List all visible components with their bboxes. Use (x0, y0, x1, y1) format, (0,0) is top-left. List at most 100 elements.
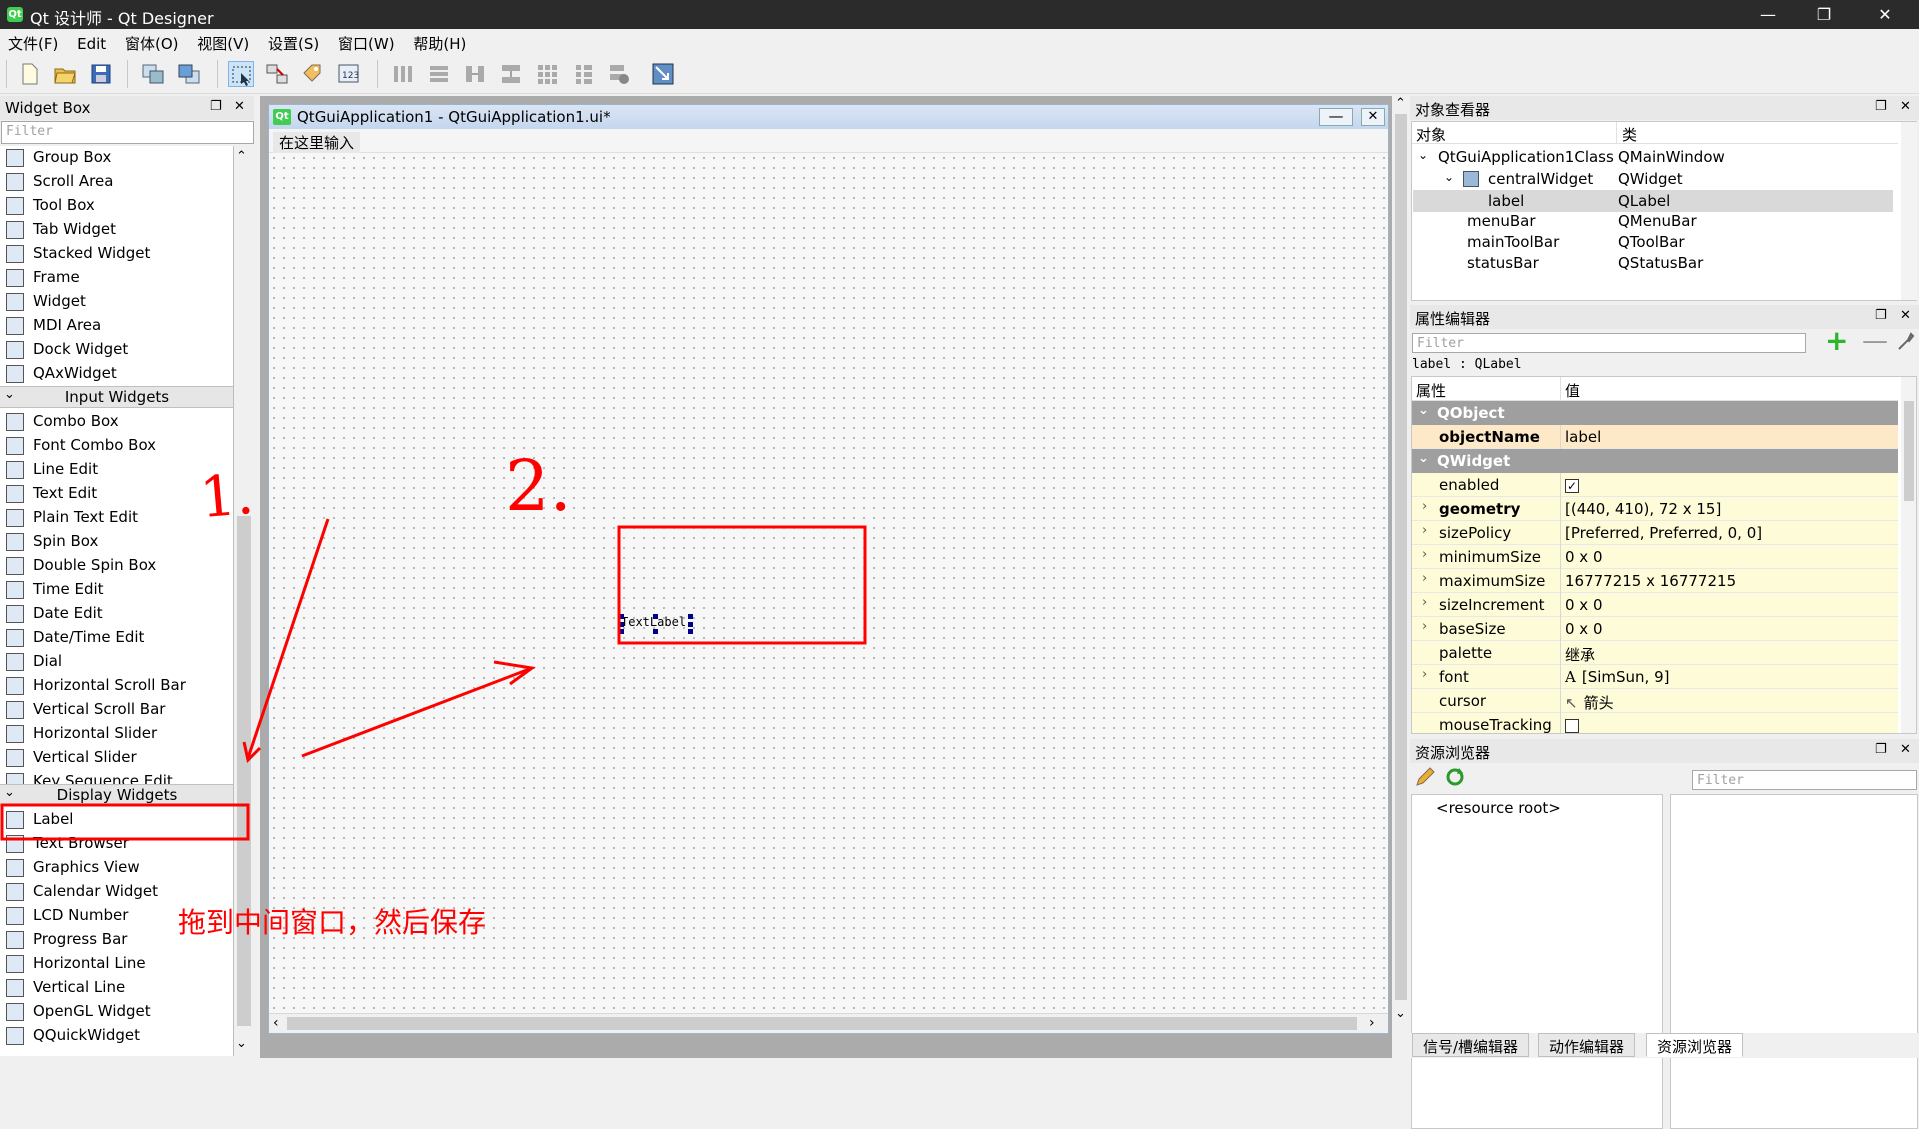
menu-help[interactable]: 帮助(H) (405, 29, 466, 54)
layout-v-splitter-icon[interactable] (498, 61, 524, 87)
prop-row-geometry[interactable]: › geometry [(440, 410), 72 x 15] (1412, 497, 1898, 521)
widget-filter-input[interactable]: Filter (1, 121, 254, 144)
col-property-header[interactable]: 属性 (1416, 380, 1446, 401)
float-icon[interactable]: ❐ (1875, 742, 1887, 757)
form-minimize-button[interactable]: — (1319, 108, 1353, 126)
object-tree-scrollbar[interactable] (1901, 122, 1917, 300)
new-file-icon[interactable] (16, 61, 42, 87)
prop-row-sizeincrement[interactable]: › sizeIncrement 0 x 0 (1412, 593, 1898, 617)
scroll-down-icon[interactable]: ⌄ (236, 1036, 247, 1051)
property-value[interactable]: [(440, 410), 72 x 15] (1565, 500, 1721, 518)
menu-window[interactable]: 窗口(W) (330, 29, 395, 54)
chevron-right-icon[interactable]: › (1422, 571, 1427, 586)
category-input-widgets[interactable]: ⌄ Input Widgets (0, 386, 233, 408)
tree-row-statusbar[interactable]: statusBar QStatusBar (1413, 252, 1893, 274)
wrench-icon[interactable] (1896, 330, 1916, 352)
widget-item-graphics-view[interactable]: Graphics View (0, 856, 233, 880)
property-value[interactable]: ✓ (1565, 476, 1579, 494)
property-value[interactable]: 0 x 0 (1565, 596, 1603, 614)
prop-row-cursor[interactable]: cursor ↖ 箭头 (1412, 689, 1898, 713)
widget-item-date-time-edit[interactable]: Date/Time Edit (0, 626, 233, 650)
reload-icon[interactable] (1444, 766, 1466, 788)
widget-item-date-edit[interactable]: Date Edit (0, 602, 233, 626)
layout-h-splitter-icon[interactable] (462, 61, 488, 87)
widget-item-label[interactable]: Label (0, 808, 233, 832)
col-value-header[interactable]: 值 (1565, 380, 1580, 401)
widget-item-stacked-widget[interactable]: Stacked Widget (0, 242, 233, 266)
col-object-header[interactable]: 对象 (1416, 124, 1446, 145)
widget-item-opengl-widget[interactable]: OpenGL Widget (0, 1000, 233, 1024)
widget-item-widget[interactable]: Widget (0, 290, 233, 314)
menu-form[interactable]: 窗体(O) (117, 29, 179, 54)
bring-to-front-icon[interactable] (176, 61, 202, 87)
widget-item-group-box[interactable]: Group Box (0, 146, 233, 170)
widget-item-spin-box[interactable]: Spin Box (0, 530, 233, 554)
form-close-button[interactable]: ✕ (1361, 108, 1385, 126)
scroll-up-icon[interactable]: ⌃ (236, 149, 247, 164)
property-value[interactable]: label (1565, 428, 1601, 446)
checkbox[interactable]: ✓ (1565, 478, 1579, 493)
widget-item-dial[interactable]: Dial (0, 650, 233, 674)
prop-row-maximumsize[interactable]: › maximumSize 16777215 x 16777215 (1412, 569, 1898, 593)
property-value[interactable]: ↖ 箭头 (1565, 692, 1614, 713)
tree-row-centralwidget[interactable]: ⌄ centralWidget QWidget (1413, 168, 1893, 190)
prop-row-font[interactable]: › font A [SimSun, 9] (1412, 665, 1898, 689)
chevron-down-icon[interactable]: ⌄ (1444, 170, 1454, 184)
remove-property-icon[interactable]: — (1862, 328, 1888, 354)
widget-item-qaxwidget[interactable]: QAxWidget (0, 362, 233, 386)
property-value[interactable]: [Preferred, Preferred, 0, 0] (1565, 524, 1762, 542)
chevron-right-icon[interactable]: › (1422, 595, 1427, 610)
property-value[interactable]: A [SimSun, 9] (1565, 668, 1669, 686)
form-menu-placeholder[interactable]: 在这里输入 (273, 132, 361, 153)
tree-row-label-selected[interactable]: label QLabel (1413, 190, 1893, 212)
widget-item-frame[interactable]: Frame (0, 266, 233, 290)
property-value[interactable]: 0 x 0 (1565, 548, 1603, 566)
widget-item-horizontal-line[interactable]: Horizontal Line (0, 952, 233, 976)
prop-row-objectname[interactable]: objectName label (1412, 425, 1898, 449)
resource-filter-input[interactable]: Filter (1692, 770, 1917, 790)
widget-item-vertical-slider[interactable]: Vertical Slider (0, 746, 233, 770)
chevron-right-icon[interactable]: › (1422, 547, 1427, 562)
layout-horizontal-icon[interactable] (390, 61, 416, 87)
close-icon[interactable]: ✕ (1900, 742, 1911, 757)
widget-item-mdi-area[interactable]: MDI Area (0, 314, 233, 338)
property-value[interactable]: 16777215 x 16777215 (1565, 572, 1736, 590)
scroll-right-icon[interactable]: › (1369, 1015, 1375, 1031)
layout-grid-icon[interactable] (534, 61, 560, 87)
widget-item-text-browser[interactable]: Text Browser (0, 832, 233, 856)
mdi-vertical-scrollbar[interactable]: ⌃ ⌄ (1392, 96, 1410, 1058)
menu-edit[interactable]: Edit (69, 31, 106, 53)
maximize-button[interactable]: ❐ (1801, 0, 1847, 29)
chevron-right-icon[interactable]: › (1422, 499, 1427, 514)
edit-tab-order-icon[interactable]: 123 (336, 61, 362, 87)
tab-signal-slot-editor[interactable]: 信号/槽编辑器 (1412, 1033, 1530, 1057)
chevron-right-icon[interactable]: › (1422, 523, 1427, 538)
float-icon[interactable]: ❐ (210, 99, 222, 114)
menu-settings[interactable]: 设置(S) (260, 29, 319, 54)
widget-item-vertical-scroll-bar[interactable]: Vertical Scroll Bar (0, 698, 233, 722)
vscroll-thumb[interactable] (1395, 114, 1407, 1000)
widget-item-combo-box[interactable]: Combo Box (0, 410, 233, 434)
scroll-thumb[interactable] (237, 516, 251, 1026)
property-value[interactable]: 继承 (1565, 644, 1595, 665)
tab-resource-browser[interactable]: 资源浏览器 (1646, 1033, 1744, 1057)
category-qwidget[interactable]: ⌄ QWidget (1412, 449, 1898, 473)
prop-row-basesize[interactable]: › baseSize 0 x 0 (1412, 617, 1898, 641)
layout-vertical-icon[interactable] (426, 61, 452, 87)
open-folder-icon[interactable] (52, 61, 78, 87)
close-icon[interactable]: ✕ (234, 99, 245, 114)
close-icon[interactable]: ✕ (1900, 99, 1911, 114)
float-icon[interactable]: ❐ (1875, 99, 1887, 114)
close-icon[interactable]: ✕ (1900, 308, 1911, 323)
add-property-icon[interactable]: + (1825, 327, 1849, 355)
close-button[interactable]: ✕ (1862, 0, 1908, 29)
widget-item-time-edit[interactable]: Time Edit (0, 578, 233, 602)
prop-row-mousetracking[interactable]: mouseTracking (1412, 713, 1898, 733)
widget-item-horizontal-scroll-bar[interactable]: Horizontal Scroll Bar (0, 674, 233, 698)
widget-item-qquickwidget[interactable]: QQuickWidget (0, 1024, 233, 1048)
property-scroll-thumb[interactable] (1904, 401, 1914, 501)
category-display-widgets[interactable]: ⌄ Display Widgets (0, 784, 233, 806)
scroll-down-icon[interactable]: ⌄ (1395, 1006, 1406, 1021)
col-class-header[interactable]: 类 (1622, 124, 1637, 145)
scroll-left-icon[interactable]: ‹ (273, 1015, 279, 1031)
